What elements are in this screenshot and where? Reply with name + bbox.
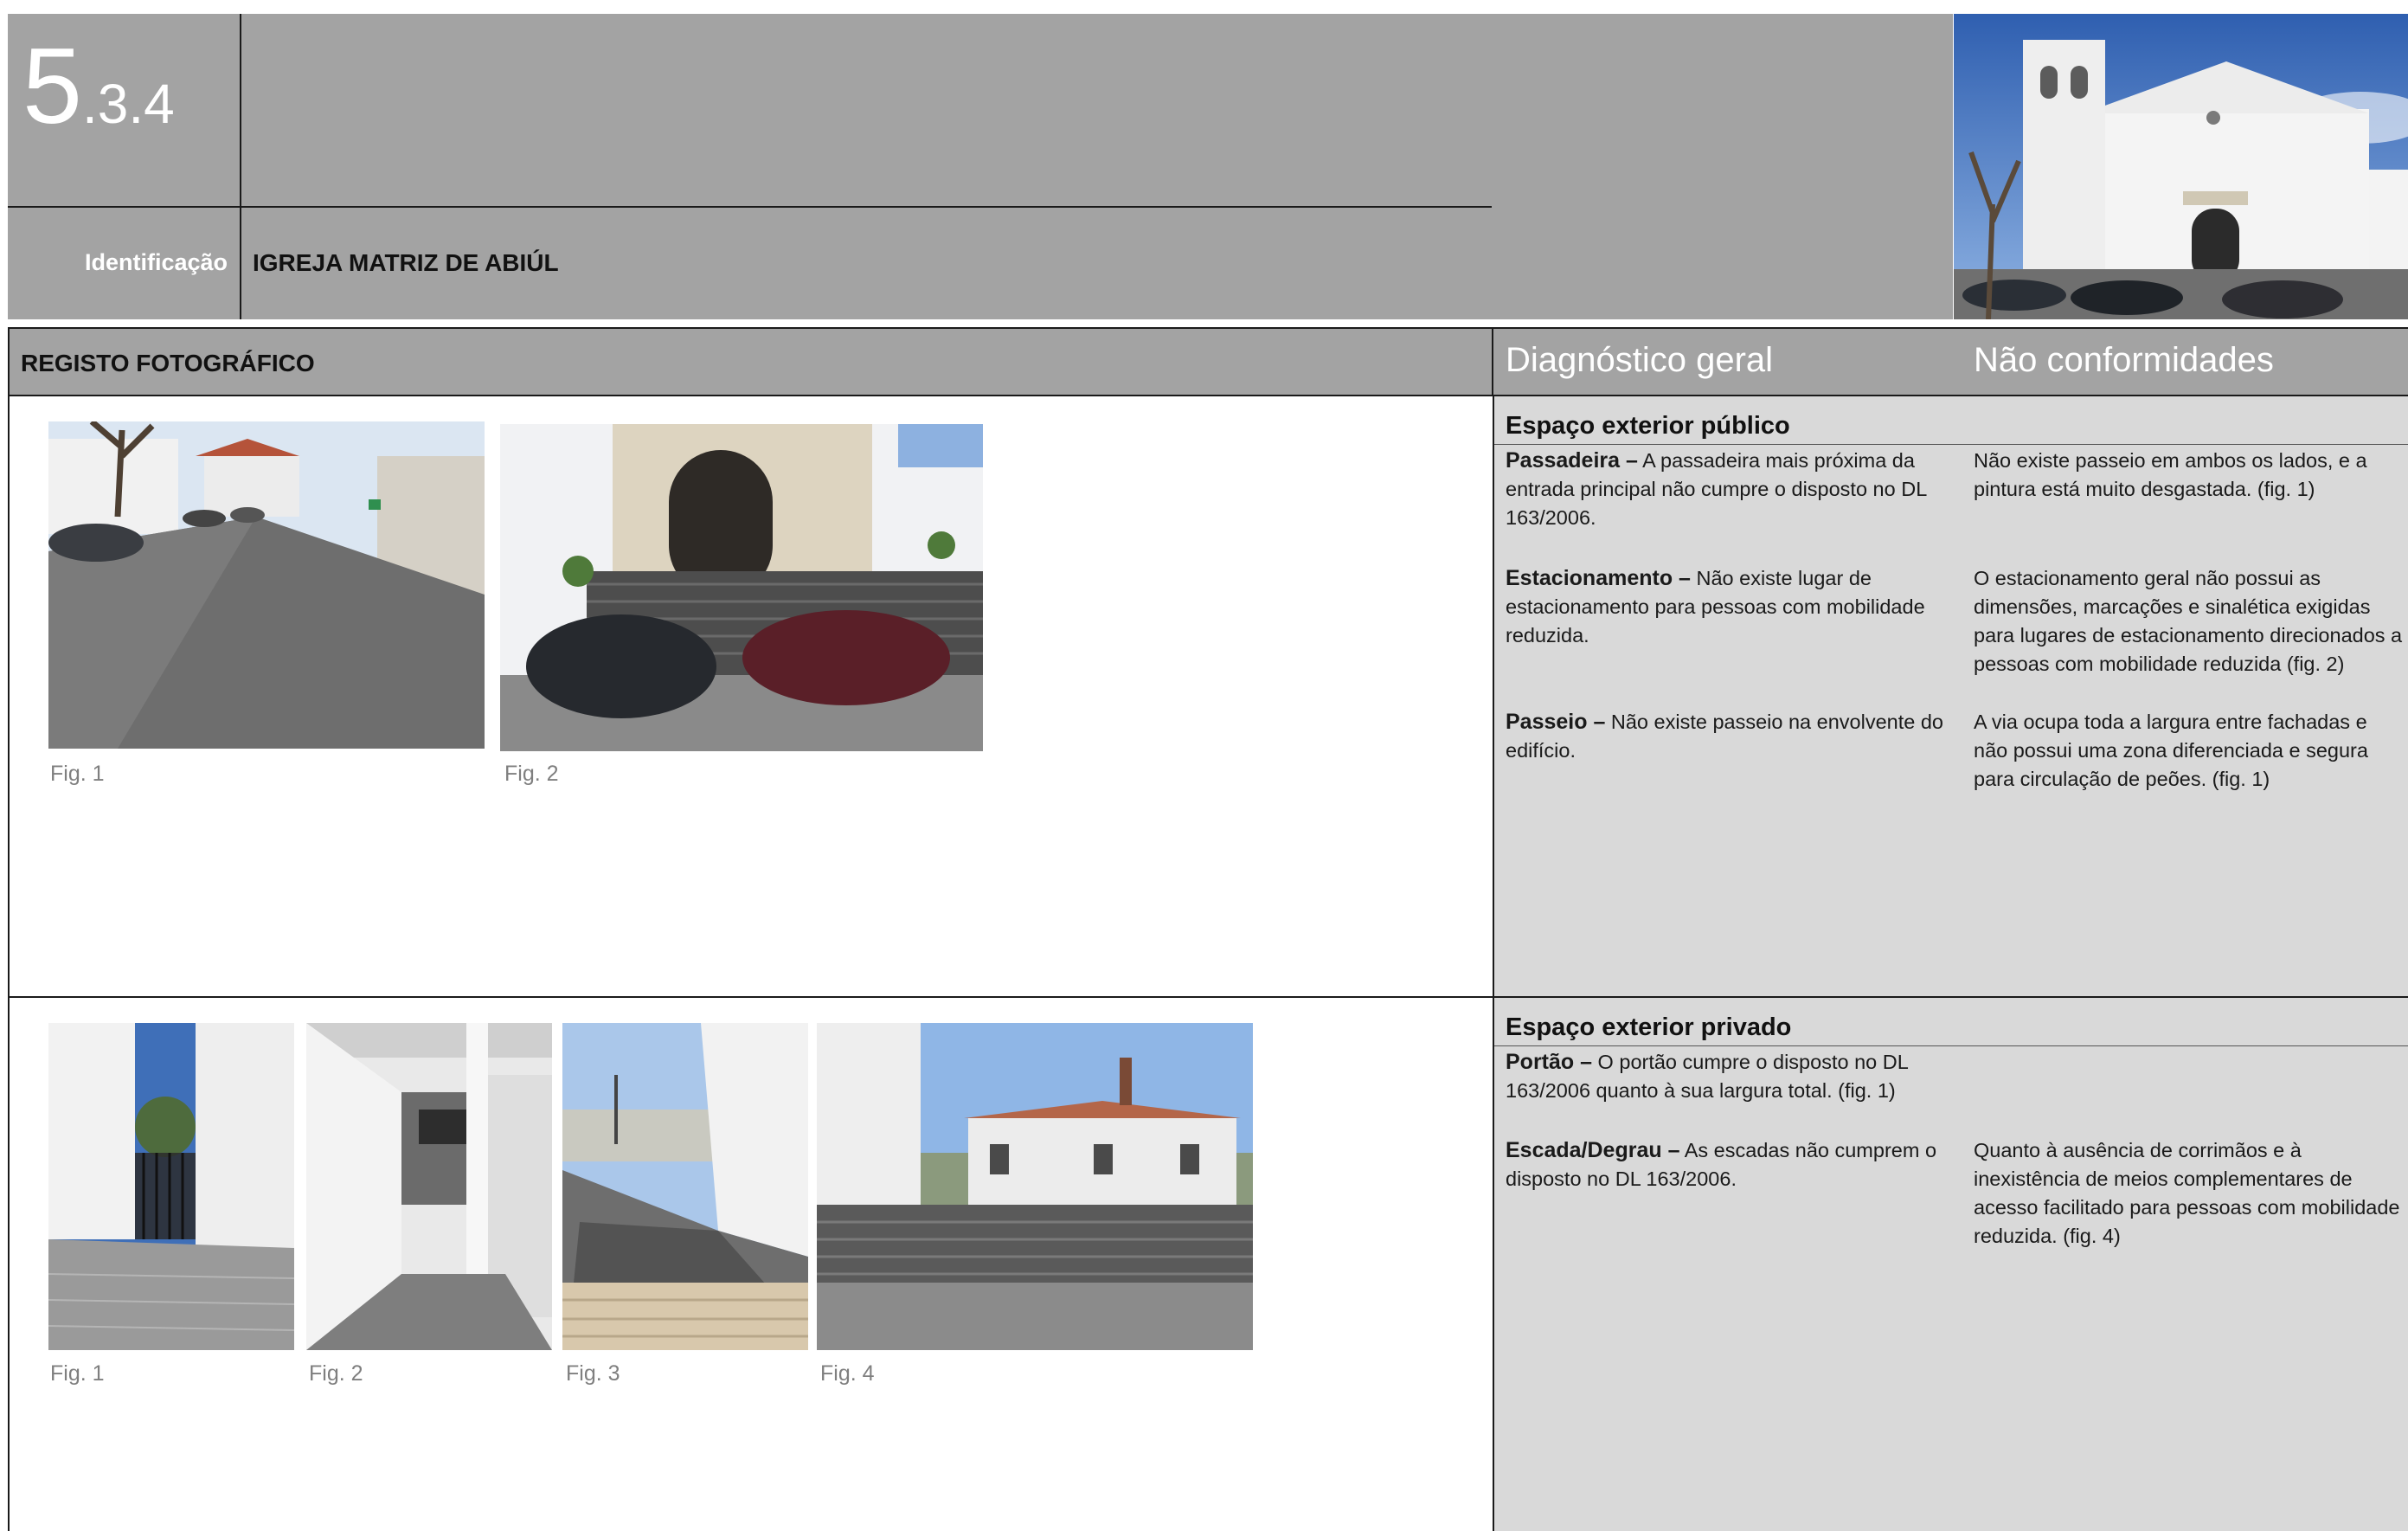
gate-photo	[48, 1023, 294, 1350]
section-divider	[8, 996, 2408, 998]
general-diagnosis-heading: Diagnóstico geral	[1506, 341, 1774, 379]
nonconformity-stairs: Quanto à ausência de corrimãos e à inexi…	[1974, 1139, 2400, 1247]
private-space-title: Espaço exterior privado	[1506, 1013, 1792, 1041]
diagnosis-item-gate: Portão – O portão cumpre o disposto no D…	[1506, 1048, 1955, 1105]
nonconformity-parking: O estacionamento geral não possui as dim…	[1974, 567, 2403, 675]
section-number-main: 5	[22, 27, 82, 146]
figure-caption: Fig. 1	[50, 762, 105, 786]
diagnosis-term: Passeio –	[1506, 710, 1606, 734]
identification-value: IGREJA MATRIZ DE ABIÚL	[253, 249, 559, 276]
diagnosis-term: Escada/Degrau –	[1506, 1138, 1680, 1162]
photo-register-title: REGISTO FOTOGRÁFICO	[21, 350, 315, 376]
left-border	[8, 396, 10, 1531]
section-number-sub: .3.4	[81, 73, 175, 135]
ramp-steps-photo	[562, 1023, 808, 1350]
nonconformity-sidewalk: A via ocupa toda a largura entre fachada…	[1974, 711, 2368, 790]
figure-caption: Fig. 3	[566, 1361, 620, 1386]
non-conformities-heading: Não conformidades	[1974, 341, 2274, 379]
figure-caption: Fig. 2	[504, 762, 559, 786]
diagnosis-term: Portão –	[1506, 1050, 1593, 1074]
church-steps-cars-photo	[500, 424, 983, 751]
diagnosis-term: Estacionamento –	[1506, 566, 1691, 590]
diagnosis-item-parking: Estacionamento – Não existe lugar de est…	[1506, 564, 1955, 650]
diagnosis-item-sidewalk: Passeio – Não existe passeio na envolven…	[1506, 708, 1955, 765]
side-steps-house-photo	[817, 1023, 1253, 1350]
corridor-photo	[306, 1023, 552, 1350]
diagnosis-item-crosswalk: Passadeira – A passadeira mais próxima d…	[1506, 447, 1955, 532]
header-divider-horizontal	[8, 206, 1492, 208]
diagnosis-item-stairs: Escada/Degrau – As escadas não cumprem o…	[1506, 1136, 1955, 1193]
nonconformity-crosswalk: Não existe passeio em ambos os lados, e …	[1974, 449, 2367, 500]
diagnosis-term: Passadeira –	[1506, 448, 1638, 473]
figure-caption: Fig. 4	[820, 1361, 875, 1386]
section-number: 5.3.4	[22, 33, 175, 140]
subheading-rule	[1494, 1045, 2408, 1046]
identification-label: Identificação	[84, 249, 228, 275]
figure-caption: Fig. 2	[309, 1361, 363, 1386]
header-divider-vertical	[240, 14, 241, 319]
street-photo	[48, 421, 485, 749]
column-divider	[1493, 396, 1494, 1531]
figure-caption: Fig. 1	[50, 1361, 105, 1386]
subheading-rule	[1494, 444, 2408, 445]
public-space-title: Espaço exterior público	[1506, 412, 1790, 440]
church-facade-photo	[1954, 14, 2408, 319]
